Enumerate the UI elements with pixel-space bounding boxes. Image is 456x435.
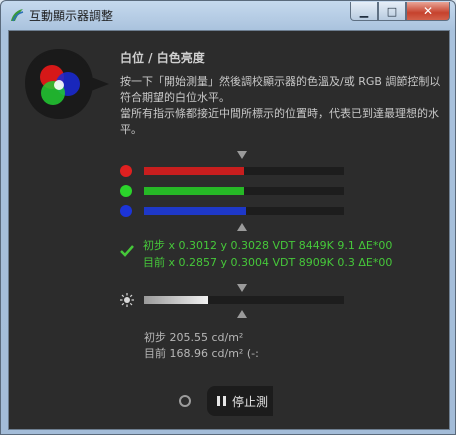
instruction-line-1: 按一下「開始測量」然後調校顯示器的色溫及/或 RGB 調節控制以符合期望的白位水… xyxy=(120,75,441,104)
luminance-readout: 初步 205.55 cd/m² 目前 168.96 cd/m² (-: xyxy=(144,330,264,362)
red-channel-bar xyxy=(120,165,370,177)
green-track xyxy=(144,187,344,195)
close-button[interactable]: ✕ xyxy=(406,2,450,21)
rgb-logo-icon xyxy=(25,49,109,119)
section-heading: 白位 / 白色亮度 xyxy=(120,51,205,65)
luminance-bar-group xyxy=(120,281,370,318)
blue-fill xyxy=(144,207,246,215)
green-fill xyxy=(144,187,244,195)
luminance-bottom-marker xyxy=(237,310,247,318)
app-window: 互動顯示器調整 ▁ □ ✕ 白位 / 白色亮度 按一下「開始測量」然後調校顯示器… xyxy=(0,0,456,435)
checkmark-icon xyxy=(120,245,134,257)
minimize-button[interactable]: ▁ xyxy=(350,2,378,21)
red-fill xyxy=(144,167,244,175)
action-area: 停止測 xyxy=(173,383,453,419)
initial-measurement: 初步 x 0.3012 y 0.3028 VDT 8449K 9.1 ΔE*00 xyxy=(143,239,393,252)
green-channel-bar xyxy=(120,185,370,197)
stop-measure-button[interactable]: 停止測 xyxy=(207,386,273,416)
title-bar[interactable]: 互動顯示器調整 ▁ □ ✕ xyxy=(1,1,455,29)
rgb-top-marker xyxy=(237,151,247,159)
luminance-fill xyxy=(144,296,208,304)
maximize-button[interactable]: □ xyxy=(378,2,406,21)
window-title: 互動顯示器調整 xyxy=(29,9,114,23)
progress-ring-icon xyxy=(179,395,191,407)
rgb-bottom-marker xyxy=(237,223,247,231)
brightness-icon xyxy=(120,293,134,307)
app-logo-icon xyxy=(11,9,24,22)
stop-button-label: 停止測 xyxy=(232,394,269,409)
calibration-panel: 白位 / 白色亮度 按一下「開始測量」然後調校顯示器的色溫及/或 RGB 調節控… xyxy=(8,30,450,430)
red-dot-icon xyxy=(120,165,132,177)
instructions: 按一下「開始測量」然後調校顯示器的色溫及/或 RGB 調節控制以符合期望的白位水… xyxy=(120,74,445,138)
current-measurement: 目前 x 0.2857 y 0.3004 VDT 8909K 0.3 ΔE*00 xyxy=(143,256,393,269)
current-luminance: 目前 168.96 cd/m² (-: xyxy=(144,347,259,360)
pause-icon xyxy=(217,396,226,406)
initial-luminance: 初步 205.55 cd/m² xyxy=(144,331,244,344)
luminance-track xyxy=(144,296,344,304)
instruction-line-2: 當所有指示條都接近中間所標示的位置時，代表已到達最理想的水平。 xyxy=(120,107,439,136)
window-controls: ▁ □ ✕ xyxy=(350,2,450,21)
green-dot-icon xyxy=(120,185,132,197)
chromaticity-results: 初步 x 0.3012 y 0.3028 VDT 8449K 9.1 ΔE*00… xyxy=(143,237,392,271)
blue-channel-bar xyxy=(120,205,370,217)
luminance-top-marker xyxy=(237,284,247,292)
blue-track xyxy=(144,207,344,215)
blue-dot-icon xyxy=(120,205,132,217)
red-track xyxy=(144,167,344,175)
